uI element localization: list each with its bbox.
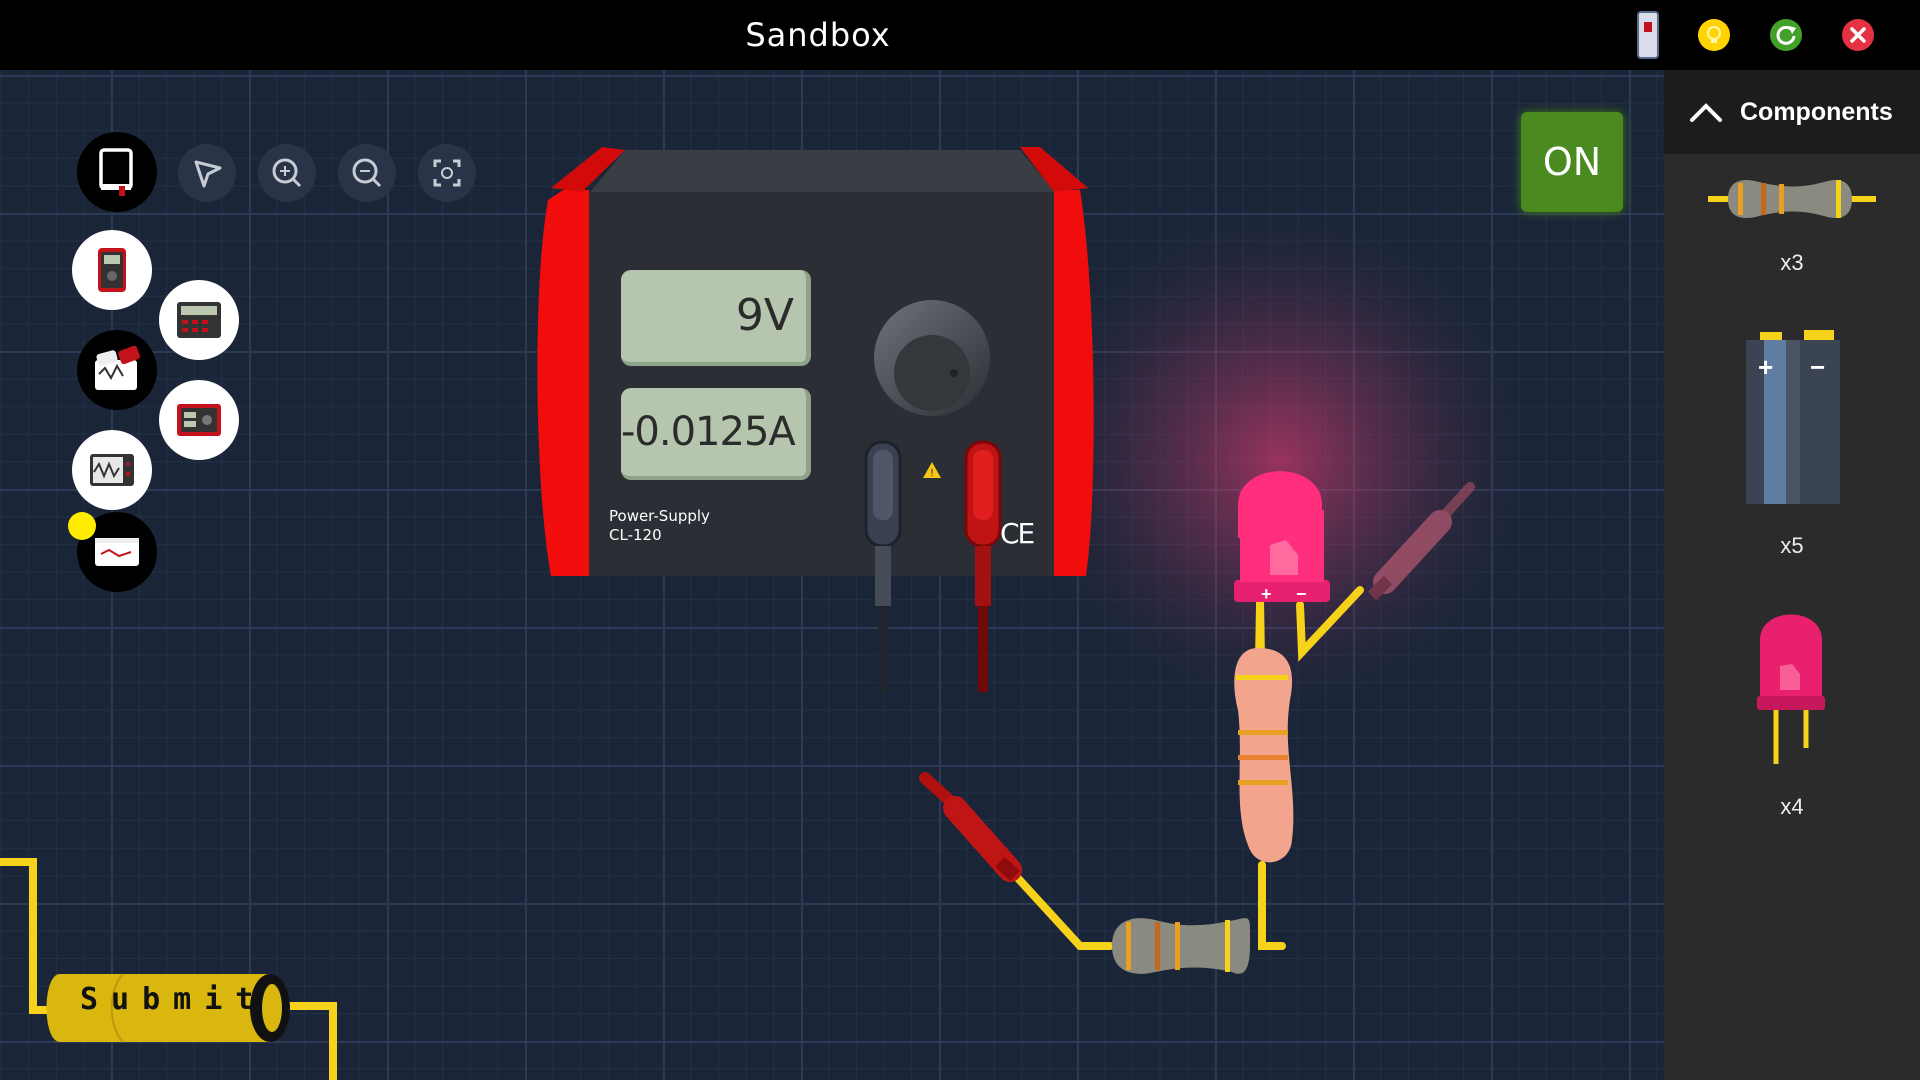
power-supply-tool-button[interactable] — [159, 380, 239, 460]
battery-count: x5 — [1780, 533, 1804, 558]
oscilloscope-button[interactable] — [72, 430, 152, 510]
calculator-icon — [177, 302, 221, 338]
battery-status-icon — [1637, 11, 1659, 59]
notebook-icon — [99, 148, 133, 196]
fit-screen-icon — [433, 159, 461, 187]
multimeter-button[interactable] — [72, 230, 152, 310]
refresh-icon — [1776, 25, 1796, 45]
submit-button[interactable]: Submit — [80, 982, 266, 1017]
resistor-count: x3 — [1780, 250, 1804, 275]
red-probe-clip[interactable] — [919, 772, 1022, 882]
ce-mark: CE — [1000, 517, 1035, 550]
restart-button[interactable] — [1770, 19, 1802, 51]
close-icon — [1850, 27, 1866, 43]
battery-plus-label: + — [1758, 352, 1773, 382]
oscilloscope-probe-button[interactable] — [77, 330, 157, 410]
components-panel: Components + − x3 x5 x4 — [1664, 70, 1920, 1080]
multimeter-icon — [98, 248, 126, 292]
component-icons: + − — [1708, 179, 1876, 765]
pointer-icon — [194, 160, 222, 188]
battery-component-icon[interactable]: + − — [1746, 330, 1840, 504]
notebook-button[interactable] — [77, 132, 157, 212]
model-name: Power-Supply — [609, 507, 710, 525]
zoom-in-icon — [272, 158, 302, 188]
voltage-display: 9V — [621, 270, 811, 366]
current-display: -0.0125A — [621, 388, 811, 480]
led-plus-label: + — [1261, 584, 1272, 604]
model-number: CL-120 — [609, 526, 662, 544]
battery-minus-label: − — [1810, 352, 1825, 382]
led-minus-label: − — [1296, 584, 1307, 604]
circuit-drawing: ! + − — [0, 147, 1550, 1080]
power-on-button[interactable]: ON — [1521, 112, 1623, 212]
fit-view-button[interactable] — [418, 144, 476, 202]
oscilloscope-icon — [90, 454, 134, 486]
led-component-icon[interactable] — [1757, 614, 1825, 765]
power-supply-model: Power-Supply CL-120 — [609, 507, 710, 545]
led-count: x4 — [1780, 794, 1804, 819]
power-supply-icon — [177, 404, 221, 436]
select-tool-button[interactable] — [178, 144, 236, 202]
lightbulb-icon — [1707, 26, 1721, 43]
close-button[interactable] — [1842, 19, 1874, 51]
zoom-out-icon — [352, 158, 382, 188]
title-bar-icons — [1637, 11, 1659, 59]
zoom-in-button[interactable] — [258, 144, 316, 202]
horizontal-resistor[interactable] — [1112, 918, 1251, 974]
title-bar: Sandbox — [0, 0, 1920, 70]
notification-dot — [68, 512, 96, 540]
frame-right — [1054, 190, 1094, 576]
scope-probe-icon — [95, 345, 140, 390]
vertical-resistor[interactable] — [1234, 648, 1294, 863]
hint-lightbulb-button[interactable] — [1698, 19, 1730, 51]
frame-left — [537, 190, 589, 576]
calculator-meter-button[interactable] — [159, 280, 239, 360]
breadboard-canvas[interactable]: ! + − 9V -0.0125A Power-Supply CL-120 CE… — [0, 70, 1664, 1080]
led-component[interactable]: + − — [1234, 471, 1330, 604]
zoom-out-button[interactable] — [338, 144, 396, 202]
svg-text:!: ! — [931, 468, 934, 479]
resistor-component-icon[interactable] — [1708, 179, 1876, 219]
